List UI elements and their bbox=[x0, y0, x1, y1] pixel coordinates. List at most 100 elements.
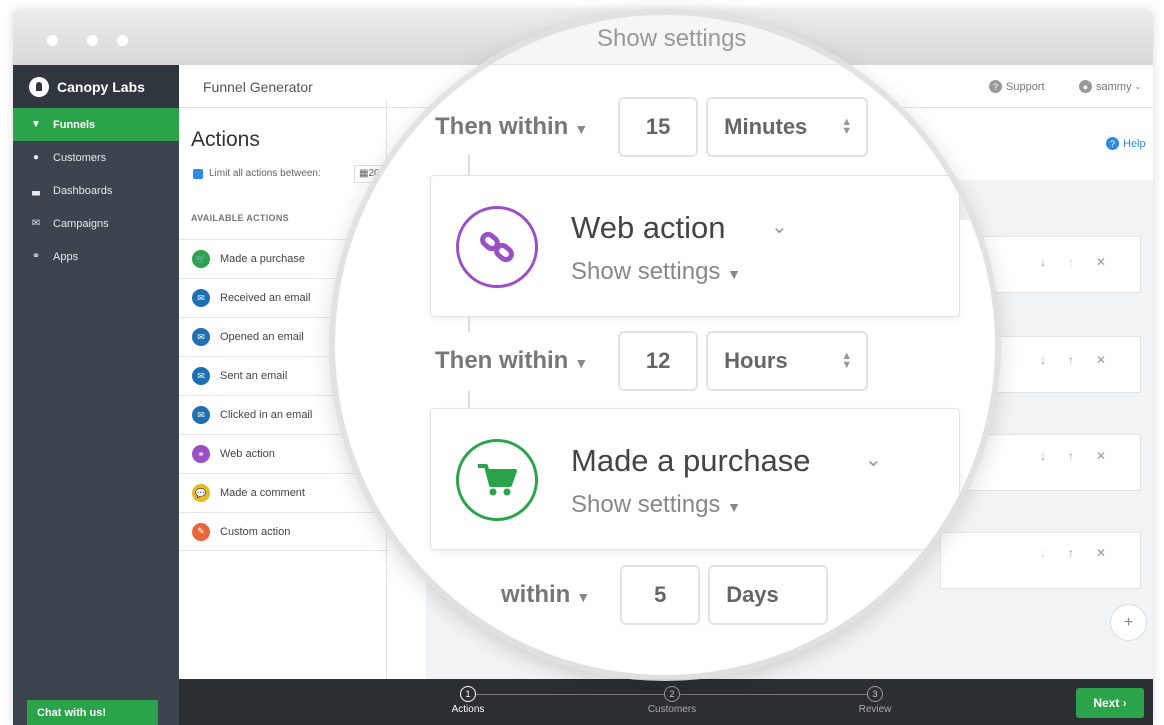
delay-number-input[interactable]: 5 bbox=[620, 565, 701, 625]
step-customers[interactable]: 2 Customers bbox=[640, 686, 704, 715]
comment-icon: 💬 bbox=[192, 484, 210, 502]
available-actions-heading: AVAILABLE ACTIONS bbox=[191, 213, 289, 223]
unit-label: Hours bbox=[724, 348, 788, 373]
help-link[interactable]: ? Help bbox=[1106, 137, 1146, 150]
web-action-card[interactable]: Web action ⌄ Show settings ▼ bbox=[430, 175, 960, 317]
chat-button[interactable]: Chat with us! bbox=[27, 700, 158, 725]
sidebar: Canopy Labs ▼ Funnels ● Customers ▃ Dash… bbox=[13, 65, 179, 725]
list-item-label: Web action bbox=[220, 448, 275, 460]
brand-name: Canopy Labs bbox=[57, 78, 145, 95]
chevron-down-icon[interactable]: ⌄ bbox=[771, 214, 788, 239]
arrow-down-icon[interactable]: ↓ bbox=[1040, 449, 1046, 463]
envelope-icon: ✉ bbox=[31, 218, 41, 229]
sidebar-item-apps[interactable]: ⚭ Apps bbox=[13, 240, 179, 273]
step-connector bbox=[476, 694, 666, 695]
arrow-up-icon[interactable]: ↑ bbox=[1068, 449, 1074, 463]
sidebar-item-label: Dashboards bbox=[53, 184, 113, 197]
show-settings-link[interactable]: Show settings bbox=[597, 25, 746, 53]
show-settings-label: Show settings bbox=[571, 491, 721, 518]
question-icon: ? bbox=[1106, 137, 1119, 150]
canopy-logo-icon bbox=[29, 76, 49, 97]
close-icon[interactable]: ✕ bbox=[1096, 353, 1106, 367]
step-controls: ↓ ↑ ✕ bbox=[1040, 353, 1106, 367]
add-step-button[interactable]: + bbox=[1110, 604, 1147, 641]
delay-unit-select[interactable]: Days bbox=[708, 565, 829, 625]
close-dot[interactable] bbox=[47, 35, 58, 46]
card-title: Web action bbox=[571, 210, 726, 245]
zoom-dot[interactable] bbox=[117, 35, 128, 46]
minimize-dot[interactable] bbox=[87, 35, 98, 46]
sidebar-item-label: Customers bbox=[53, 151, 107, 164]
step-number: 3 bbox=[867, 686, 883, 702]
show-settings-link[interactable]: Show settings ▼ bbox=[571, 258, 741, 286]
delay-select[interactable]: within ▼ bbox=[501, 581, 590, 609]
checkbox-checked-icon[interactable] bbox=[193, 168, 203, 179]
delay-number-input[interactable]: 12 bbox=[618, 331, 699, 391]
arrow-up-icon[interactable]: ↑ bbox=[1068, 546, 1074, 560]
chart-icon: ▃ bbox=[32, 185, 40, 196]
chevron-down-icon[interactable]: ⌄ bbox=[865, 447, 882, 472]
delay-label: Then within bbox=[435, 347, 569, 374]
user-icon: ● bbox=[1079, 80, 1092, 93]
link-icon: ⚭ bbox=[192, 445, 210, 463]
limit-actions-toggle[interactable]: Limit all actions between: bbox=[193, 168, 321, 179]
step-actions[interactable]: 1 Actions bbox=[448, 686, 488, 715]
delay-unit-select[interactable]: Minutes ▲ ▼ bbox=[706, 97, 869, 157]
support-label: Support bbox=[1006, 80, 1045, 93]
user-menu[interactable]: ● sammy ⌄ bbox=[1079, 80, 1141, 93]
lens-top-strip: Show settings bbox=[335, 15, 995, 65]
delay-number-input[interactable]: 15 bbox=[618, 97, 699, 157]
sidebar-item-label: Funnels bbox=[53, 118, 96, 131]
sidebar-item-customers[interactable]: ● Customers bbox=[13, 141, 179, 174]
brand[interactable]: Canopy Labs bbox=[13, 65, 179, 108]
step-controls: ↓ ↑ ✕ bbox=[1040, 449, 1106, 463]
updown-icon: ▲ ▼ bbox=[841, 116, 853, 137]
card-title: Made a purchase bbox=[571, 443, 811, 478]
sidebar-item-campaigns[interactable]: ✉ Campaigns bbox=[13, 207, 179, 240]
step-controls: ↓ ↑ ✕ bbox=[1040, 255, 1106, 269]
delay-unit-select[interactable]: Hours ▲ ▼ bbox=[706, 331, 869, 391]
caret-down-icon: ▼ bbox=[576, 589, 591, 605]
step-label: Customers bbox=[647, 704, 697, 715]
next-button[interactable]: Next › bbox=[1076, 688, 1144, 718]
list-item-label: Clicked in an email bbox=[220, 409, 313, 421]
arrow-down-icon[interactable]: ↓ bbox=[1040, 546, 1046, 560]
arrow-up-icon[interactable]: ↑ bbox=[1068, 255, 1074, 269]
arrow-down-icon[interactable]: ↓ bbox=[1040, 353, 1046, 367]
caret-down-icon: ▼ bbox=[727, 266, 741, 282]
delay-select[interactable]: Then within ▼ bbox=[435, 113, 588, 141]
caret-down-icon: ▼ bbox=[727, 499, 741, 515]
actions-heading: Actions bbox=[191, 128, 260, 151]
support-link[interactable]: ? Support bbox=[989, 80, 1045, 93]
envelope-icon: ✉ bbox=[192, 367, 210, 385]
filter-icon: ▼ bbox=[31, 119, 41, 130]
sidebar-item-label: Apps bbox=[53, 250, 79, 263]
step-review[interactable]: 3 Review bbox=[855, 686, 895, 715]
made-a-purchase-card[interactable]: Made a purchase ⌄ Show settings ▼ bbox=[430, 408, 960, 550]
page-title: Funnel Generator bbox=[203, 79, 313, 95]
sidebar-item-dashboards[interactable]: ▃ Dashboards bbox=[13, 174, 179, 207]
sidebar-item-funnels[interactable]: ▼ Funnels bbox=[13, 108, 179, 141]
close-icon[interactable]: ✕ bbox=[1096, 449, 1106, 463]
list-item-label: Custom action bbox=[220, 525, 291, 538]
close-icon[interactable]: ✕ bbox=[1096, 546, 1106, 560]
link-icon bbox=[456, 206, 538, 288]
show-settings-link[interactable]: Show settings ▼ bbox=[571, 491, 741, 519]
delay-label: Then within bbox=[435, 113, 569, 140]
pencil-icon: ✎ bbox=[192, 522, 210, 541]
flow-connector bbox=[468, 317, 470, 332]
delay-row: Then within ▼ 12 Hours ▲ ▼ bbox=[435, 331, 869, 391]
close-icon[interactable]: ✕ bbox=[1096, 255, 1106, 269]
envelope-icon: ✉ bbox=[192, 289, 210, 307]
delay-select[interactable]: Then within ▼ bbox=[435, 347, 588, 375]
delay-label: within bbox=[501, 581, 571, 608]
step-connector bbox=[680, 694, 868, 695]
envelope-icon: ✉ bbox=[192, 406, 210, 424]
magnifier-lens: Show settings Then within ▼ 15 Minutes ▲ ▼ … bbox=[335, 15, 995, 675]
chevron-down-icon: ⌄ bbox=[1134, 82, 1142, 91]
arrow-up-icon[interactable]: ↑ bbox=[1068, 353, 1074, 367]
arrow-down-icon[interactable]: ↓ bbox=[1040, 255, 1046, 269]
sidebar-item-label: Campaigns bbox=[53, 217, 109, 230]
user-label: sammy bbox=[1096, 80, 1132, 93]
help-label: Help bbox=[1123, 137, 1146, 150]
